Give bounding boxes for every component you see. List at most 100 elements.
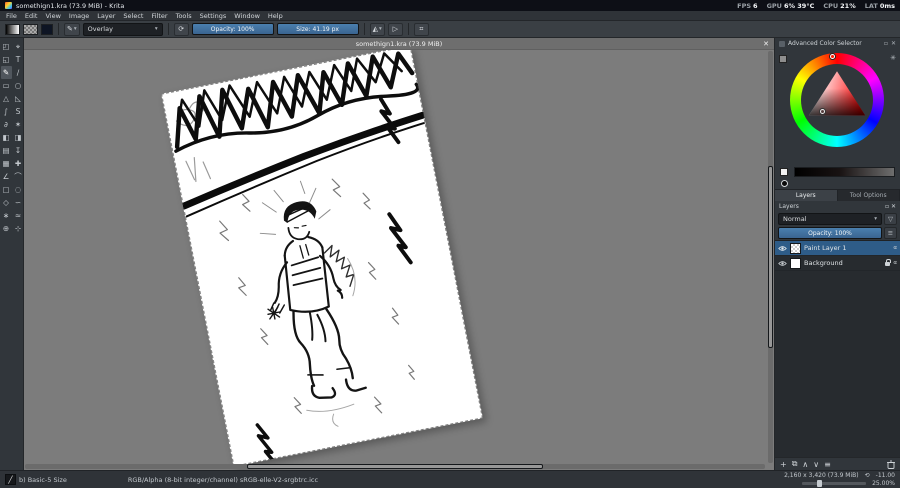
tab-layers[interactable]: Layers xyxy=(775,190,838,201)
layer-thumbnail[interactable] xyxy=(790,257,801,269)
reload-preset-button[interactable]: ⟳ xyxy=(173,22,189,36)
zoom-tool[interactable]: ⊕ xyxy=(1,222,12,235)
freehand-brush-tool[interactable]: ✎ xyxy=(0,66,12,79)
enclose-fill-tool[interactable]: ◨ xyxy=(13,131,24,144)
layers-docker-header[interactable]: Layers ▫ ✕ xyxy=(775,201,900,212)
pattern-chooser-button[interactable] xyxy=(23,23,38,35)
text-tool[interactable]: T xyxy=(13,53,24,66)
layer-opacity-slider[interactable]: Opacity: 100% xyxy=(778,227,882,239)
move-tool[interactable]: ⌖ xyxy=(13,40,24,53)
menu-image[interactable]: Image xyxy=(65,11,93,20)
ellipse-tool[interactable]: ○ xyxy=(13,79,24,92)
mirror-vertical-button[interactable]: ▷ xyxy=(387,22,403,36)
elliptical-selection-tool[interactable]: ◌ xyxy=(13,183,24,196)
transform-tool[interactable]: ◰ xyxy=(1,40,12,53)
menu-file[interactable]: File xyxy=(2,11,21,20)
foreground-color-swatch[interactable] xyxy=(41,23,53,35)
freehand-selection-tool[interactable]: ∽ xyxy=(13,196,24,209)
rectangular-selection-tool[interactable]: ▢ xyxy=(1,183,12,196)
wrap-around-button[interactable]: ⌗ xyxy=(413,22,429,36)
similar-color-selection-tool[interactable]: ≈ xyxy=(13,209,24,222)
canvas-viewport[interactable]: somethign1.kra (73.9 MiB) ✕ xyxy=(24,38,774,470)
color-selector-docker-header[interactable]: Advanced Color Selector ▫ ✕ xyxy=(775,38,900,49)
layer-row-paint-layer-1[interactable]: Paint Layer 1 α xyxy=(775,241,900,256)
shade-selector-swatch[interactable] xyxy=(779,55,787,63)
brush-size-slider[interactable]: Size: 41.19 px xyxy=(276,23,359,35)
zoom-level[interactable]: 25.00% xyxy=(872,480,895,487)
layers-docker-title: Layers xyxy=(779,203,799,210)
fill-tool[interactable]: ◧ xyxy=(1,131,12,144)
menu-view[interactable]: View xyxy=(41,11,64,20)
menu-tools[interactable]: Tools xyxy=(172,11,196,20)
canvas-vertical-scrollbar[interactable] xyxy=(768,51,773,463)
hue-ring-marker xyxy=(830,54,835,59)
assistants-tool[interactable]: ⌒ xyxy=(13,170,24,183)
blending-mode-select[interactable]: Overlay ▾ xyxy=(82,22,163,36)
delete-layer-button[interactable] xyxy=(887,460,895,469)
mirror-horizontal-button[interactable]: ◭ ▾ xyxy=(369,22,385,36)
duplicate-layer-button[interactable]: ⧉ xyxy=(792,459,798,469)
brush-preset-chip[interactable]: ╱ b) Basic-5 Size xyxy=(5,474,67,485)
move-layer-up-button[interactable]: ∧ xyxy=(802,460,808,469)
menu-settings[interactable]: Settings xyxy=(196,11,231,20)
add-layer-button[interactable]: + xyxy=(780,460,787,469)
pan-tool[interactable]: ⊹ xyxy=(13,222,24,235)
brush-preset-thumbnail: ╱ xyxy=(5,474,16,485)
contiguous-selection-tool[interactable]: ∗ xyxy=(1,209,12,222)
opacity-slider[interactable]: Opacity: 100% xyxy=(191,23,274,35)
layer-blend-mode-select[interactable]: Normal ▾ xyxy=(778,213,882,225)
docker-close-icon[interactable]: ✕ xyxy=(891,40,896,47)
menu-edit[interactable]: Edit xyxy=(21,11,42,20)
freehand-path-tool[interactable]: S xyxy=(13,105,24,118)
layer-row-background[interactable]: Background α xyxy=(775,256,900,271)
docker-float-icon[interactable]: ▫ xyxy=(885,203,889,210)
vertical-scrollbar-thumb[interactable] xyxy=(768,166,773,348)
docker-close-icon[interactable]: ✕ xyxy=(891,203,896,210)
rectangle-tool[interactable]: ▭ xyxy=(1,79,12,92)
menu-filter[interactable]: Filter xyxy=(147,11,171,20)
brush-editor-button[interactable]: ✎ ▾ xyxy=(64,22,80,36)
line-tool[interactable]: ∕ xyxy=(13,66,24,79)
document-subwindow-titlebar[interactable]: somethign1.kra (73.9 MiB) ✕ xyxy=(24,38,774,50)
brush-editor-icon: ✎ xyxy=(67,25,73,33)
gradient-chooser-button[interactable] xyxy=(5,23,20,35)
layer-filter-button[interactable]: ▽ xyxy=(884,213,897,225)
canvas-rotation-icon[interactable]: ⟲ xyxy=(865,472,870,479)
polygon-tool[interactable]: △ xyxy=(1,92,12,105)
tab-tool-options[interactable]: Tool Options xyxy=(838,190,900,201)
docker-float-icon[interactable]: ▫ xyxy=(884,40,888,47)
document-close-button[interactable]: ✕ xyxy=(763,38,769,50)
zoom-slider-thumb[interactable] xyxy=(816,480,822,487)
canvas-page[interactable] xyxy=(161,45,483,467)
canvas-horizontal-scrollbar[interactable] xyxy=(25,464,765,469)
layer-properties-button[interactable]: ≡ xyxy=(824,460,831,469)
menu-help[interactable]: Help xyxy=(264,11,287,20)
layer-options-menu-button[interactable]: ≡ xyxy=(884,227,897,239)
polyline-tool[interactable]: ◺ xyxy=(13,92,24,105)
menu-window[interactable]: Window xyxy=(230,11,264,20)
sketch-drawing xyxy=(174,51,426,465)
bezier-curve-tool[interactable]: ∫ xyxy=(1,105,12,118)
layer-visible-icon[interactable] xyxy=(778,245,787,252)
multibrush-tool[interactable]: ✶ xyxy=(13,118,24,131)
menu-layer[interactable]: Layer xyxy=(93,11,119,20)
polygonal-selection-tool[interactable]: ◇ xyxy=(1,196,12,209)
menu-select[interactable]: Select xyxy=(119,11,147,20)
gradient-tool[interactable]: ▤ xyxy=(1,144,12,157)
move-layer-down-button[interactable]: ∨ xyxy=(813,460,819,469)
canvas-rotation-value[interactable]: -11.00 xyxy=(876,472,895,479)
measure-tool[interactable]: ∠ xyxy=(1,170,12,183)
pattern-editing-tool[interactable]: ▦ xyxy=(1,157,12,170)
layer-thumbnail[interactable] xyxy=(790,242,801,254)
shade-strip-endpoint-swatch[interactable] xyxy=(780,168,788,176)
color-sampler-tool[interactable]: ↧ xyxy=(13,144,24,157)
horizontal-scrollbar-thumb[interactable] xyxy=(247,464,543,469)
crop-tool[interactable]: ◱ xyxy=(1,53,12,66)
dynamic-brush-tool[interactable]: ∂ xyxy=(1,118,12,131)
smart-patch-tool[interactable]: ✚ xyxy=(13,157,24,170)
settings-gear-icon[interactable]: ✳ xyxy=(890,54,896,62)
toolbar-separator xyxy=(407,23,409,35)
layer-visible-icon[interactable] xyxy=(778,260,787,267)
shade-gradient-strip[interactable] xyxy=(794,167,895,177)
zoom-slider[interactable] xyxy=(802,480,867,487)
